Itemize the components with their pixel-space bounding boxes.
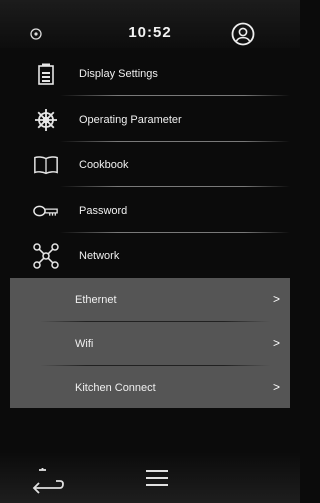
user-profile-icon[interactable] (231, 22, 255, 46)
battery-icon (33, 61, 59, 87)
menu-item-password[interactable]: Password (0, 188, 300, 233)
chevron-right-icon: > (272, 292, 280, 306)
menu-label: Display Settings (79, 67, 158, 80)
bottom-nav (0, 452, 300, 503)
menu-item-operating-parameter[interactable]: Operating Parameter (0, 97, 300, 142)
key-icon (33, 198, 59, 224)
divider (60, 95, 290, 96)
chevron-right-icon: > (272, 336, 280, 350)
menu-item-network[interactable]: Network (0, 233, 300, 278)
ship-wheel-icon (33, 107, 59, 133)
menu-item-display-settings[interactable]: Display Settings (0, 51, 300, 96)
network-icon (33, 243, 59, 269)
menu-item-cookbook[interactable]: Cookbook (0, 142, 300, 187)
submenu-label: Ethernet (75, 294, 117, 306)
divider (60, 186, 290, 187)
menu-label: Operating Parameter (79, 113, 182, 126)
menu-label: Cookbook (79, 158, 129, 171)
clock: 10:52 (128, 24, 172, 41)
chevron-right-icon: > (272, 380, 280, 394)
network-submenu: Ethernet > Wifi > Kitchen Connect > (10, 278, 290, 408)
hamburger-menu-icon[interactable] (146, 470, 168, 490)
book-icon (33, 152, 59, 178)
submenu-item-kitchen-connect[interactable]: Kitchen Connect > (10, 366, 290, 409)
submenu-label: Wifi (75, 338, 94, 350)
menu-label: Network (79, 249, 120, 262)
submenu-item-wifi[interactable]: Wifi > (10, 322, 290, 365)
menu-label: Password (79, 204, 128, 217)
status-bar: 10:52 (0, 0, 300, 48)
submenu-label: Kitchen Connect (75, 382, 156, 394)
submenu-item-ethernet[interactable]: Ethernet > (10, 278, 290, 321)
back-icon[interactable] (30, 466, 66, 496)
